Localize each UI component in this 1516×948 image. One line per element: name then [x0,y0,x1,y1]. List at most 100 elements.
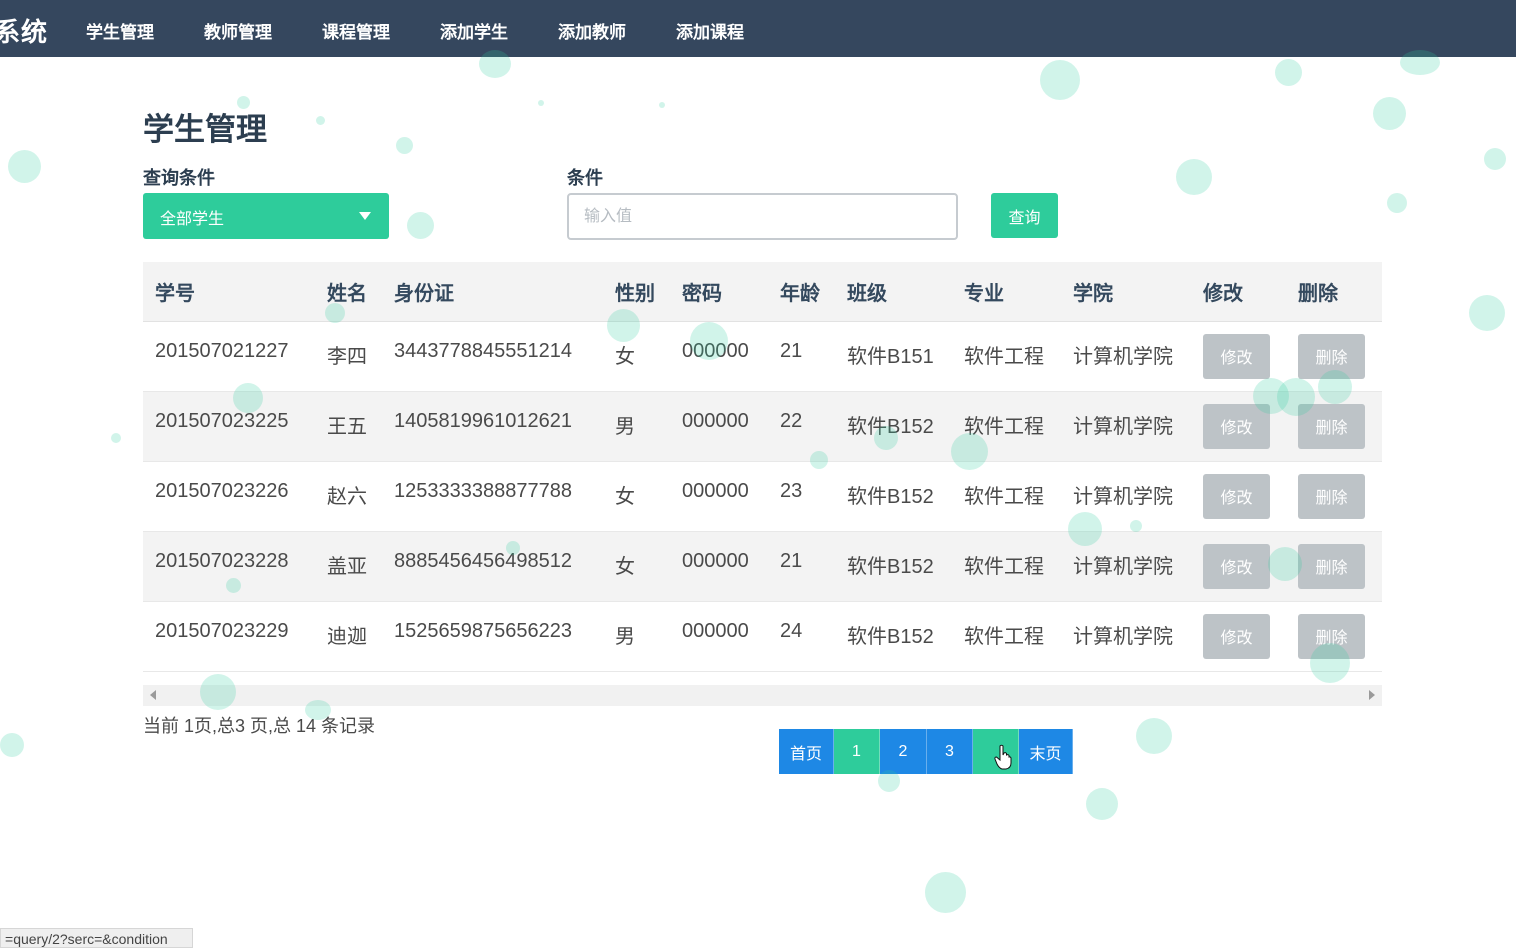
cell-class: 软件B151 [847,345,934,368]
page-first-button[interactable]: 首页 [779,729,834,774]
bubble [1469,295,1505,331]
bubble [1484,148,1506,170]
nav-add-student[interactable]: 添加学生 [440,18,508,43]
bubble [396,137,413,154]
cell-gender: 女 [615,485,635,508]
delete-button[interactable]: 删除 [1298,333,1365,379]
cell-class: 软件B152 [847,485,934,508]
cell-password: 000000 [682,339,749,362]
bubble [1387,193,1407,213]
hand-cursor-icon [994,744,1012,770]
cell-name: 李四 [327,345,367,368]
brand-title: 系统 [0,17,49,47]
cell-name: 盖亚 [327,555,367,578]
cell-password: 000000 [682,549,749,572]
bubble [1176,159,1212,195]
table-row: 201507023226 赵六 1253333388877788 女 00000… [143,461,1382,531]
edit-button[interactable]: 修改 [1203,613,1270,659]
page-3-button[interactable]: 3 [927,729,973,774]
column-header-age: 年龄 [780,282,820,305]
table-row: 201507023229 迪迦 1525659875656223 男 00000… [143,601,1382,671]
bubble [111,433,121,443]
nav-teacher-management[interactable]: 教师管理 [204,18,272,43]
cell-student-id: 201507023228 [155,549,289,572]
cell-class: 软件B152 [847,555,934,578]
page-title: 学生管理 [143,112,267,147]
cell-age: 24 [780,619,803,642]
table-row: 201507021227 李四 3443778845551214 女 00000… [143,321,1382,391]
bubble [0,733,24,757]
column-header-password: 密码 [682,282,722,305]
query-condition-label: 查询条件 [143,168,215,188]
bubble [1040,60,1080,100]
cell-gender: 女 [615,345,635,368]
cell-major: 软件工程 [964,345,1044,368]
query-condition-select[interactable]: 全部学生 [143,193,389,239]
cell-major: 软件工程 [964,485,1044,508]
delete-button[interactable]: 删除 [1298,473,1365,519]
edit-button[interactable]: 修改 [1203,403,1270,449]
bubble [1275,59,1302,86]
cell-student-id: 201507023225 [155,409,289,432]
horizontal-scrollbar[interactable] [143,685,1382,706]
bubble [407,212,434,239]
page-1-button[interactable]: 1 [834,729,880,774]
bubble [1373,97,1406,130]
bubble [1136,718,1172,754]
cell-id-card: 1525659875656223 [394,619,572,642]
edit-button[interactable]: 修改 [1203,543,1270,589]
condition-input[interactable] [567,193,958,240]
cell-age: 23 [780,479,803,502]
top-navbar: 系统 学生管理 教师管理 课程管理 添加学生 添加教师 添加课程 [0,0,1516,57]
edit-button[interactable]: 修改 [1203,473,1270,519]
cell-gender: 男 [615,415,635,438]
cell-college: 计算机学院 [1073,485,1173,508]
cell-gender: 女 [615,555,635,578]
page-last-button[interactable]: 末页 [1019,729,1073,774]
cell-id-card: 1253333388877788 [394,479,572,502]
column-header-gender: 性别 [615,282,655,305]
scroll-left-arrow-icon[interactable] [150,690,156,700]
cell-id-card: 3443778845551214 [394,339,572,362]
column-header-major: 专业 [964,282,1004,305]
bubble [659,102,665,108]
column-header-name: 姓名 [327,282,367,305]
cell-college: 计算机学院 [1073,415,1173,438]
edit-button[interactable]: 修改 [1203,333,1270,379]
condition-label: 条件 [567,168,603,188]
student-table: 学号 姓名 身份证 性别 密码 年龄 班级 专业 学院 修改 删除 201507… [143,262,1382,672]
column-header-id-card: 身份证 [394,282,454,305]
cell-id-card: 8885456456498512 [394,549,572,572]
delete-button[interactable]: 删除 [1298,543,1365,589]
delete-button[interactable]: 删除 [1298,403,1365,449]
chevron-down-icon [359,212,371,220]
cell-name: 王五 [327,415,367,438]
cell-class: 软件B152 [847,625,934,648]
cell-class: 软件B152 [847,415,934,438]
nav-add-course[interactable]: 添加课程 [676,18,744,43]
cell-name: 赵六 [327,485,367,508]
pagination: 首页 1 2 3 末页 [779,729,1073,774]
cell-id-card: 1405819961012621 [394,409,572,432]
nav-add-teacher[interactable]: 添加教师 [558,18,626,43]
cell-age: 21 [780,549,803,572]
bubble [538,100,544,106]
scroll-right-arrow-icon[interactable] [1369,690,1375,700]
column-header-college: 学院 [1073,282,1113,305]
table-row: 201507023225 王五 1405819961012621 男 00000… [143,391,1382,461]
page-2-button[interactable]: 2 [880,729,927,774]
pagination-info: 当前 1页,总3 页,总 14 条记录 [143,716,376,736]
query-button[interactable]: 查询 [991,193,1058,238]
cell-college: 计算机学院 [1073,625,1173,648]
nav-course-management[interactable]: 课程管理 [322,18,390,43]
cell-password: 000000 [682,409,749,432]
delete-button[interactable]: 删除 [1298,613,1365,659]
cell-student-id: 201507021227 [155,339,289,362]
column-header-student-id: 学号 [155,282,195,305]
cell-college: 计算机学院 [1073,555,1173,578]
table-header-row: 学号 姓名 身份证 性别 密码 年龄 班级 专业 学院 修改 删除 [143,262,1382,321]
column-header-delete: 删除 [1298,282,1338,305]
status-bar-url: query/2?serc=&condition= [0,928,193,948]
table-row: 201507023228 盖亚 8885456456498512 女 00000… [143,531,1382,601]
nav-student-management[interactable]: 学生管理 [86,18,154,43]
